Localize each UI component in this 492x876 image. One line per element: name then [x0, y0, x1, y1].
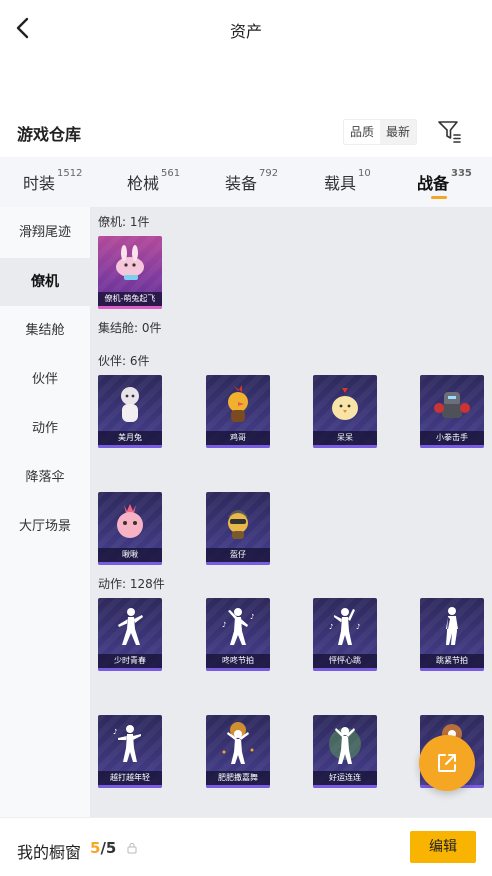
- filter-button[interactable]: [436, 118, 462, 144]
- tab-count: 792: [259, 168, 279, 179]
- svg-text:♪: ♪: [329, 623, 333, 631]
- svg-text:♪: ♪: [356, 623, 360, 631]
- tab-fashion[interactable]: 时装1512: [23, 168, 83, 194]
- showcase-current: 5: [90, 839, 101, 857]
- sidebar-item-lobby-scene[interactable]: 大厅场景: [0, 503, 90, 551]
- chicken-bro-image: [206, 377, 270, 431]
- tab-label: 装备: [225, 174, 258, 193]
- item-name: 呆呆: [313, 431, 377, 445]
- item-card[interactable]: 美月兔: [98, 375, 162, 448]
- sidebar-item-parachute[interactable]: 降落伞: [0, 454, 90, 502]
- item-card[interactable]: 呆呆: [313, 375, 377, 448]
- svg-text:♪: ♪: [250, 613, 254, 621]
- item-name: 美月兔: [98, 431, 162, 445]
- filter-icon: [438, 121, 461, 143]
- item-card[interactable]: 鸡哥: [206, 375, 270, 448]
- item-name: 鸡哥: [206, 431, 270, 445]
- dancer-silhouette-icon: [206, 717, 270, 771]
- item-card[interactable]: 少时青春: [98, 598, 162, 671]
- item-card[interactable]: 肥肥撒嘉舞: [206, 715, 270, 788]
- showcase-bar: 我的橱窗 5/5 编辑: [0, 817, 492, 876]
- sort-quality-option[interactable]: 品质: [344, 120, 381, 144]
- dancer-silhouette-icon: [313, 717, 377, 771]
- sort-newest-option[interactable]: 最新: [380, 120, 417, 144]
- tab-vehicles[interactable]: 载具10: [324, 168, 371, 194]
- item-name: 小拳击手: [420, 431, 484, 445]
- moon-rabbit-image: [98, 377, 162, 431]
- svg-text:♪: ♪: [113, 728, 117, 736]
- item-name: 僚机-萌兔起飞: [98, 292, 162, 306]
- bunny-plane-image: [98, 238, 162, 292]
- svg-text:♪: ♪: [222, 621, 226, 629]
- lock-icon: [127, 843, 137, 854]
- tab-count: 1512: [57, 168, 83, 179]
- dancer-silhouette-icon: [98, 600, 162, 654]
- tab-label: 载具: [324, 174, 357, 193]
- tab-label: 枪械: [127, 174, 160, 193]
- tab-guns[interactable]: 枪械561: [127, 168, 181, 194]
- showcase-count: 5/5: [90, 839, 117, 857]
- tab-label: 时装: [23, 174, 56, 193]
- item-card[interactable]: 啾啾: [98, 492, 162, 565]
- active-tab-indicator: [431, 196, 447, 199]
- jiujiu-bird-image: [98, 494, 162, 548]
- dancer-silhouette-icon: ♪ ♪: [206, 600, 270, 654]
- item-card[interactable]: 僚机-萌兔起飞: [98, 236, 162, 309]
- subcategory-sidebar: 滑翔尾迹 僚机 集结舱 伙伴 动作 降落伞 大厅场景: [0, 207, 90, 817]
- dancer-silhouette-icon: ♪ ♪: [313, 600, 377, 654]
- showcase-total: 5: [105, 839, 117, 857]
- dancer-silhouette-icon: [420, 600, 484, 654]
- item-card[interactable]: 盔仔: [206, 492, 270, 565]
- item-name: 好运连连: [313, 771, 377, 785]
- share-button[interactable]: [419, 735, 475, 791]
- sidebar-item-glide-trail[interactable]: 滑翔尾迹: [0, 209, 90, 257]
- sidebar-item-pod[interactable]: 集结舱: [0, 307, 90, 355]
- item-card[interactable]: ♪ ♪ 怦怦心跳: [313, 598, 377, 671]
- section-label-partner: 伙伴: 6件: [98, 354, 150, 368]
- helmet-kid-image: [206, 494, 270, 548]
- showcase-label: 我的橱窗: [17, 843, 82, 862]
- sidebar-item-action[interactable]: 动作: [0, 405, 90, 453]
- tab-count: 10: [358, 168, 371, 179]
- item-name: 盔仔: [206, 548, 270, 562]
- item-card[interactable]: ♪ ♪ 咚咚节拍: [206, 598, 270, 671]
- tab-count: 335: [451, 168, 472, 179]
- dancer-silhouette-icon: ♪: [98, 717, 162, 771]
- repository-title: 游戏仓库: [17, 125, 82, 144]
- item-name: 越打越年轻: [98, 771, 162, 785]
- item-name: 啾啾: [98, 548, 162, 562]
- item-card[interactable]: 跳紧节拍: [420, 598, 484, 671]
- top-bar: 资产: [0, 0, 492, 58]
- share-external-icon: [438, 754, 456, 772]
- edit-button[interactable]: 编辑: [410, 831, 476, 863]
- item-name: 肥肥撒嘉舞: [206, 771, 270, 785]
- sidebar-item-partner[interactable]: 伙伴: [0, 356, 90, 404]
- item-card[interactable]: ♪ 越打越年轻: [98, 715, 162, 788]
- item-name: 少时青春: [98, 654, 162, 668]
- section-label-action: 动作: 128件: [98, 577, 165, 591]
- item-name: 跳紧节拍: [420, 654, 484, 668]
- category-tabs: 时装1512 枪械561 装备792 载具10 战备335: [0, 157, 492, 207]
- item-name: 怦怦心跳: [313, 654, 377, 668]
- item-card[interactable]: 好运连连: [313, 715, 377, 788]
- tab-count: 561: [161, 168, 181, 179]
- page-title: 资产: [229, 22, 262, 41]
- item-grid: 僚机: 1件 僚机-萌兔起飞 集结舱: 0件 伙伴: 6件 美月兔 鸡哥 呆呆 …: [90, 207, 492, 817]
- tab-equipment[interactable]: 装备792: [225, 168, 279, 194]
- little-boxer-image: [420, 377, 484, 431]
- item-name: 咚咚节拍: [206, 654, 270, 668]
- daidai-chick-image: [313, 377, 377, 431]
- tab-tactical[interactable]: 战备335: [417, 168, 472, 199]
- sort-toggle: 品质 最新: [343, 119, 418, 145]
- sidebar-item-wingman[interactable]: 僚机: [0, 258, 90, 306]
- section-label-pod: 集结舱: 0件: [98, 321, 162, 335]
- tab-label: 战备: [417, 174, 450, 193]
- section-label-wingman: 僚机: 1件: [98, 215, 150, 229]
- item-card[interactable]: 小拳击手: [420, 375, 484, 448]
